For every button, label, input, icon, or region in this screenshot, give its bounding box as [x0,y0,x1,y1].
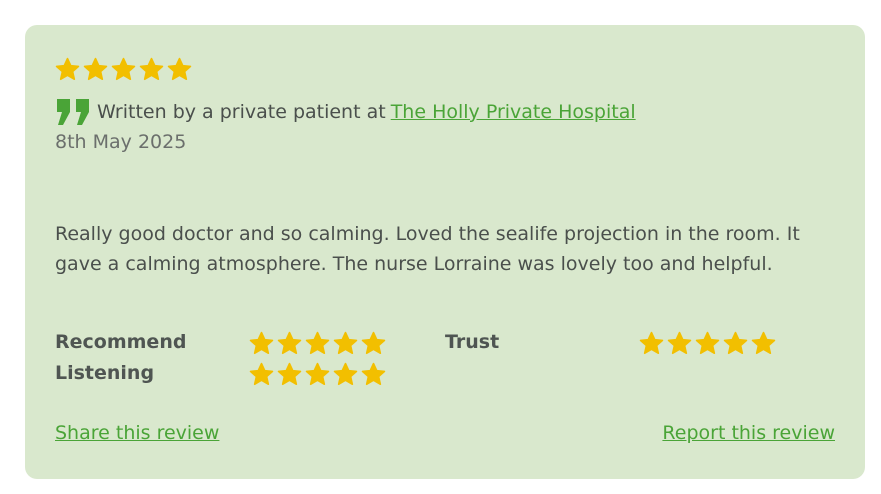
star-icon [277,362,302,387]
star-icon [723,331,748,356]
written-by-text: Written by a private patient at [97,101,386,123]
rating-stars-listening [249,362,386,387]
share-review-link[interactable]: Share this review [55,422,219,444]
overall-rating-stars [55,57,192,82]
star-icon [305,331,330,356]
star-icon [639,331,664,356]
star-icon [667,331,692,356]
hospital-link[interactable]: The Holly Private Hospital [391,101,636,123]
star-icon [305,362,330,387]
rating-label-listening: Listening [55,362,155,384]
star-icon [361,362,386,387]
star-icon [333,362,358,387]
quote-icon [55,97,93,127]
review-author-line: Written by a private patient at The Holl… [55,97,636,127]
star-icon [361,331,386,356]
star-icon [277,331,302,356]
review-text: Really good doctor and so calming. Loved… [55,223,800,275]
star-icon [249,362,274,387]
rating-stars-recommend [249,331,386,356]
review-date: 8th May 2025 [55,131,187,153]
review-card: Written by a private patient at The Holl… [25,25,865,479]
star-icon [333,331,358,356]
rating-stars-trust [639,331,776,356]
star-icon [55,57,80,82]
star-icon [83,57,108,82]
star-icon [249,331,274,356]
star-icon [751,331,776,356]
star-icon [139,57,164,82]
star-icon [111,57,136,82]
star-icon [695,331,720,356]
rating-label-trust: Trust [445,331,500,353]
rating-label-recommend: Recommend [55,331,187,353]
star-icon [167,57,192,82]
report-review-link[interactable]: Report this review [662,422,835,444]
